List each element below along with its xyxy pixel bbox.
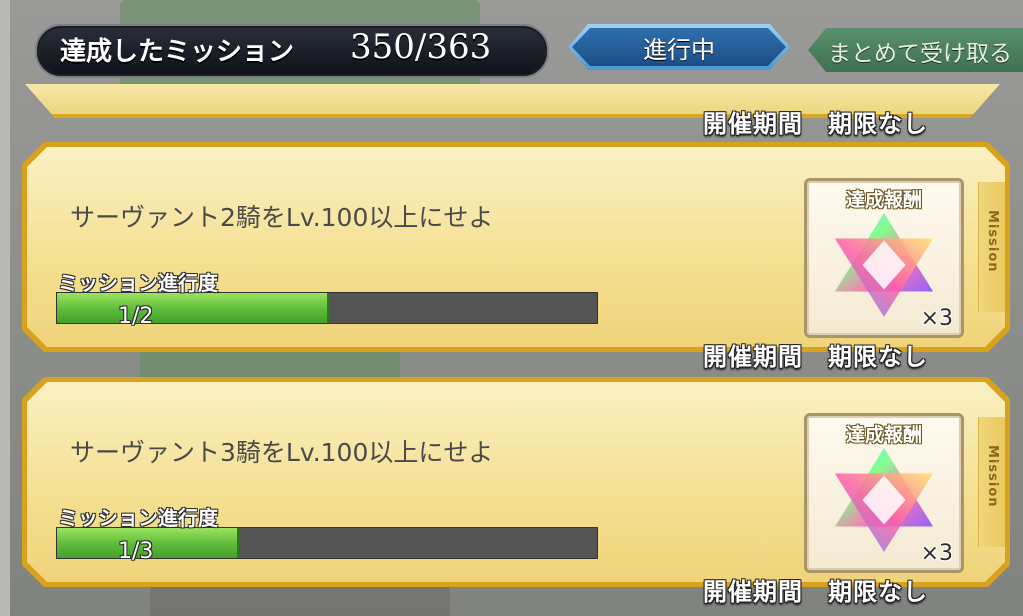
receive-all-label[interactable]: まとめて受け取る <box>828 34 1012 68</box>
progress-fill <box>57 293 329 323</box>
mission-side-tab-label: Mission <box>985 210 1000 273</box>
period-text: 開催期間 期限なし <box>703 578 928 606</box>
reward-title: 達成報酬 <box>845 424 922 446</box>
achieved-missions-label: 達成したミッション <box>60 37 295 67</box>
mission-card: Mission サーヴァント2騎をLv.100以上にせよ ミッション進行度 1/… <box>22 142 1010 352</box>
achieved-missions-count: 350/363 <box>350 27 492 67</box>
reward-box[interactable]: 達成報酬 ×3 <box>804 178 964 338</box>
mission-description: サーヴァント3騎をLv.100以上にせよ <box>70 438 494 467</box>
reward-box[interactable]: 達成報酬 ×3 <box>804 413 964 573</box>
progress-value: 1/3 <box>118 539 154 564</box>
tab-in-progress-label[interactable]: 進行中 <box>568 30 790 65</box>
reward-quantity: ×3 <box>920 541 953 566</box>
saint-quartz-icon <box>834 447 934 553</box>
reward-quantity: ×3 <box>920 306 953 331</box>
progress-label: ミッション進行度 <box>58 506 218 530</box>
mission-description: サーヴァント2騎をLv.100以上にせよ <box>70 203 494 232</box>
mission-side-tab-label: Mission <box>985 445 1000 508</box>
period-text: 開催期間 期限なし <box>703 110 928 138</box>
saint-quartz-icon <box>834 212 934 318</box>
period-text: 開催期間 期限なし <box>703 343 928 371</box>
reward-title: 達成報酬 <box>845 189 922 211</box>
mission-card: Mission サーヴァント3騎をLv.100以上にせよ ミッション進行度 1/… <box>22 377 1010 587</box>
left-edge <box>0 0 10 616</box>
progress-label: ミッション進行度 <box>58 271 218 295</box>
progress-value: 1/2 <box>118 304 154 329</box>
